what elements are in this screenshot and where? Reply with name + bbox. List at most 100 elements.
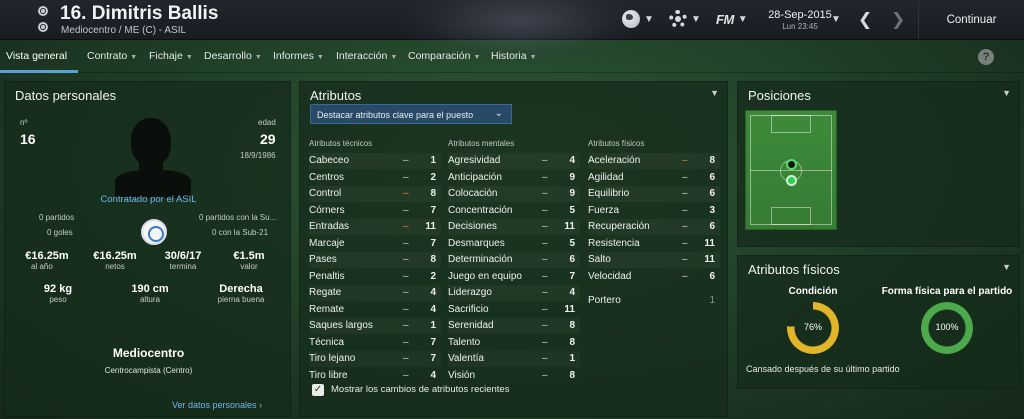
contract-link[interactable]: Contratado por el ASIL <box>5 194 292 205</box>
attribute-row-physical[interactable]: Aceleración – 8 <box>588 153 720 169</box>
attribute-row-mental[interactable]: Valentía – 1 <box>448 351 580 367</box>
tab-fichaje[interactable]: Fichaje ▼ <box>149 50 193 62</box>
best-position: Mediocentro <box>112 346 185 360</box>
attribute-row-technical[interactable]: Saques largos – 1 <box>309 318 441 334</box>
attribute-value: 7 <box>430 204 436 216</box>
mental-header: Atributos mentales <box>448 139 515 148</box>
salary-year-label: al año <box>31 262 53 271</box>
attribute-row-mental[interactable]: Determinación – 6 <box>448 252 580 268</box>
attribute-name: Juego en equipo <box>448 270 522 282</box>
tab-interaccion[interactable]: Interacción ▼ <box>336 50 397 62</box>
show-changes-label[interactable]: Mostrar los cambios de atributos recient… <box>331 384 509 395</box>
globe-icon <box>622 10 640 28</box>
attribute-row-physical[interactable]: Resistencia – 11 <box>588 236 720 252</box>
back-arrow-icon[interactable]: ❮ <box>858 10 872 30</box>
attribute-row-technical[interactable]: Control – 8 <box>309 186 441 202</box>
tab-vista-general[interactable]: Vista general <box>6 50 67 62</box>
attribute-row-physical[interactable]: Recuperación – 6 <box>588 219 720 235</box>
tab-label: Interacción <box>336 50 388 62</box>
attribute-name: Colocación <box>448 188 498 199</box>
bottom-penalty-box <box>771 207 811 225</box>
tab-contrato[interactable]: Contrato ▼ <box>87 50 137 62</box>
attribute-row-technical[interactable]: Tiro lejano – 7 <box>309 351 441 367</box>
attribute-name: Serenidad <box>448 320 494 331</box>
attribute-row-mental[interactable]: Talento – 8 <box>448 335 580 351</box>
club-menu-icon[interactable] <box>38 22 48 32</box>
attribute-row-technical[interactable]: Tiro libre – 4 <box>309 368 441 384</box>
attribute-name: Córners <box>309 204 345 216</box>
attribute-row-technical[interactable]: Pases – 8 <box>309 252 441 268</box>
caret-down-icon: ▼ <box>130 54 138 61</box>
caret-down-icon: ▼ <box>390 54 398 61</box>
attribute-row-technical[interactable]: Cabeceo – 1 <box>309 153 441 169</box>
attribute-trend: – <box>403 221 409 232</box>
salary-net: €16.25m netos <box>83 250 147 271</box>
condition-value: 76% <box>803 322 822 332</box>
forward-arrow-icon[interactable]: ❯ <box>891 10 905 30</box>
attribute-name: Decisiones <box>448 221 497 232</box>
settings-menu[interactable]: ▼ <box>669 9 701 29</box>
attribute-name: Liderazgo <box>448 287 492 298</box>
attribute-row-technical[interactable]: Regate – 4 <box>309 285 441 301</box>
fm-menu[interactable]: FM ▼ <box>716 9 748 29</box>
age-label: edad <box>258 118 276 127</box>
positions-panel: Posiciones ▼ <box>737 81 1020 247</box>
attribute-row-technical[interactable]: Remate – 4 <box>309 302 441 318</box>
collapse-chevron-icon[interactable]: ▼ <box>710 88 719 98</box>
attribute-trend: – <box>403 303 409 315</box>
attribute-row-physical[interactable]: Agilidad – 6 <box>588 170 720 186</box>
player-subtitle: Mediocentro / ME (C) - ASIL <box>61 25 187 36</box>
attribute-row-mental[interactable]: Anticipación – 9 <box>448 170 580 186</box>
attribute-row-mental[interactable]: Juego en equipo – 7 <box>448 269 580 285</box>
attribute-row-physical[interactable]: Velocidad – 6 <box>588 269 720 285</box>
attribute-row-mental[interactable]: Desmarques – 5 <box>448 236 580 252</box>
attribute-trend: – <box>542 171 548 183</box>
attribute-row-mental[interactable]: Concentración – 5 <box>448 203 580 219</box>
attribute-row-technical[interactable]: Centros – 2 <box>309 170 441 186</box>
date-display[interactable]: 28-Sep-2015 Lun 23:45 <box>765 9 835 31</box>
attribute-row-mental[interactable]: Serenidad – 8 <box>448 318 580 334</box>
collapse-chevron-icon[interactable]: ▼ <box>1002 262 1011 272</box>
attribute-value: 1 <box>430 155 436 166</box>
attribute-row-technical[interactable]: Técnica – 7 <box>309 335 441 351</box>
attribute-value: 7 <box>430 336 436 348</box>
salary-year-value: €16.25m <box>25 250 69 262</box>
attribute-row-technical[interactable]: Entradas – 11 <box>309 219 441 235</box>
attribute-row-mental[interactable]: Decisiones – 11 <box>448 219 580 235</box>
attribute-trend: – <box>682 188 688 199</box>
help-button[interactable]: ? <box>978 49 994 65</box>
attribute-row-mental[interactable]: Liderazgo – 4 <box>448 285 580 301</box>
active-tab-indicator <box>0 70 78 73</box>
club-badge[interactable] <box>141 219 167 245</box>
attribute-row-technical[interactable]: Córners – 7 <box>309 203 441 219</box>
highlight-key-attributes-dropdown[interactable]: Destacar atributos clave para el puesto … <box>310 104 512 124</box>
attribute-row-physical[interactable]: Salto – 11 <box>588 252 720 268</box>
salary-net-label: netos <box>105 262 125 271</box>
attribute-row-mental[interactable]: Visión – 8 <box>448 368 580 384</box>
tab-comparacion[interactable]: Comparación ▼ <box>408 50 480 62</box>
globe-menu[interactable]: ▼ <box>622 9 654 29</box>
attribute-row-mental[interactable]: Sacrificio – 11 <box>448 302 580 318</box>
contract-end-value: 30/6/17 <box>164 250 202 262</box>
date-chevron-down-icon[interactable]: ▼ <box>831 14 841 25</box>
show-changes-checkbox[interactable]: ✓ <box>312 384 324 396</box>
player-menu-icon[interactable] <box>38 6 48 16</box>
attribute-trend: – <box>682 155 688 166</box>
view-personal-data-link[interactable]: Ver datos personales › <box>172 400 262 410</box>
collapse-chevron-icon[interactable]: ▼ <box>1002 88 1011 98</box>
attribute-row-physical[interactable]: Equilibrio – 6 <box>588 186 720 202</box>
tab-desarrollo[interactable]: Desarrollo ▼ <box>204 50 262 62</box>
attribute-value: 6 <box>709 270 715 282</box>
attribute-row-mental[interactable]: Colocación – 9 <box>448 186 580 202</box>
tab-bar: Vista general Contrato ▼ Fichaje ▼ Desarro… <box>0 41 1024 73</box>
attribute-row-goalkeeper[interactable]: Portero 1 <box>588 293 720 309</box>
attribute-row-mental[interactable]: Agresividad – 4 <box>448 153 580 169</box>
attribute-name: Sacrificio <box>448 303 489 315</box>
tab-informes[interactable]: Informes ▼ <box>273 50 324 62</box>
tab-historia[interactable]: Historia ▼ <box>491 50 537 62</box>
attribute-row-technical[interactable]: Penaltis – 2 <box>309 269 441 285</box>
attribute-row-technical[interactable]: Marcaje – 7 <box>309 236 441 252</box>
continue-button[interactable]: Continuar <box>918 0 1024 39</box>
attribute-row-physical[interactable]: Fuerza – 3 <box>588 203 720 219</box>
attribute-trend: – <box>403 336 409 348</box>
